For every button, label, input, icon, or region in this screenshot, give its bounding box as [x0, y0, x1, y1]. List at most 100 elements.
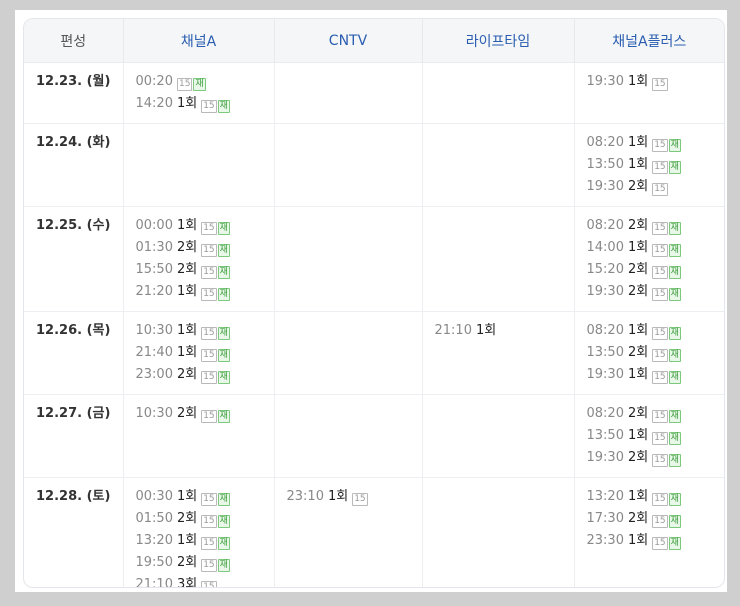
schedule-cell: 21:10 1회 [421, 311, 574, 395]
rerun-badge-icon: 재 [668, 432, 681, 445]
episode-number: 1회 [176, 323, 198, 338]
age-rating-15-icon: 15 [201, 581, 217, 587]
age-rating-15-icon: 15 [201, 244, 217, 257]
airing-slot[interactable]: 23:30 1회 15 재 [587, 530, 715, 552]
airing-slot[interactable]: 00:00 1회 15 재 [136, 215, 264, 237]
age-rating-15-icon: 15 [201, 515, 217, 528]
table-row: 12.25. (수) 00:00 1회 15 재 01:30 2회 15 재 15:50 2회 15 재… [24, 206, 724, 312]
episode-number: 1회 [627, 157, 649, 172]
air-time: 00:00 [135, 218, 173, 233]
age-rating-15-icon: 15 [652, 288, 668, 301]
rerun-badge-icon: 재 [217, 537, 230, 550]
air-time: 15:50 [135, 262, 173, 277]
airing-slot[interactable]: 15:50 2회 15 재 [136, 259, 264, 281]
airing-slot[interactable]: 19:30 2회 15 재 [587, 281, 715, 303]
airing-slot[interactable]: 00:20 15 재 [136, 71, 264, 93]
rerun-badge-icon: 재 [668, 493, 681, 506]
airing-slot[interactable]: 13:50 1회 15 재 [587, 154, 715, 176]
schedule-cell [273, 206, 422, 312]
date-cell: 12.26. (목) [24, 311, 123, 395]
airing-slot[interactable]: 08:20 2회 15 재 [587, 403, 715, 425]
schedule-cell [273, 123, 422, 207]
air-time: 23:00 [135, 367, 173, 382]
age-rating-15-icon: 15 [201, 349, 217, 362]
age-rating-15-icon: 15 [652, 515, 668, 528]
airing-slot[interactable]: 23:00 2회 15 재 [136, 364, 264, 386]
header-channel-a-plus[interactable]: 채널A플러스 [573, 19, 724, 63]
episode-number: 2회 [627, 511, 649, 526]
airing-slot[interactable]: 21:20 1회 15 재 [136, 281, 264, 303]
age-rating-15-icon: 15 [201, 410, 217, 423]
age-rating-15-icon: 15 [652, 371, 668, 384]
rerun-badge-icon: 재 [193, 78, 206, 91]
airing-slot[interactable]: 08:20 2회 15 재 [587, 215, 715, 237]
rerun-badge-icon: 재 [668, 288, 681, 301]
air-time: 19:30 [586, 284, 624, 299]
rerun-badge-icon: 재 [217, 244, 230, 257]
rerun-badge-icon: 재 [217, 327, 230, 340]
airing-slot[interactable]: 13:50 2회 15 재 [587, 342, 715, 364]
schedule-cell [273, 311, 422, 395]
air-time: 01:30 [135, 240, 173, 255]
age-rating-15-icon: 15 [201, 100, 217, 113]
episode-number: 1회 [627, 533, 649, 548]
airing-slot[interactable]: 08:20 1회 15 재 [587, 320, 715, 342]
airing-slot[interactable]: 19:50 2회 15 재 [136, 552, 264, 574]
airing-slot[interactable]: 10:30 1회 15 재 [136, 320, 264, 342]
date-label: 12.27. (금) [36, 406, 111, 421]
airing-slot[interactable]: 19:30 2회 15 재 [587, 447, 715, 469]
schedule-cell [122, 123, 274, 207]
table-row: 12.27. (금) 10:30 2회 15 재 08:20 2회 15 재 13:50 1회 15 재… [24, 394, 724, 478]
rerun-badge-icon: 재 [217, 266, 230, 279]
episode-number: 2회 [176, 262, 198, 277]
rerun-badge-icon: 재 [668, 161, 681, 174]
schedule-cell [421, 477, 574, 587]
rerun-badge-icon: 재 [668, 349, 681, 362]
airing-slot[interactable]: 14:00 1회 15 재 [587, 237, 715, 259]
age-rating-15-icon: 15 [652, 183, 668, 196]
header-channel-a[interactable]: 채널A [122, 19, 274, 63]
schedule-cell: 00:20 15 재 14:20 1회 15 재 [122, 62, 274, 124]
date-label: 12.24. (화) [36, 135, 111, 150]
header-cntv[interactable]: CNTV [273, 19, 422, 63]
schedule-cell: 19:30 1회 15 [573, 62, 724, 124]
airing-slot[interactable]: 08:20 1회 15 재 [587, 132, 715, 154]
airing-slot[interactable]: 13:50 1회 15 재 [587, 425, 715, 447]
airing-slot[interactable]: 19:30 2회 15 [587, 176, 715, 198]
air-time: 14:20 [135, 96, 173, 111]
age-rating-15-icon: 15 [201, 222, 217, 235]
schedule-cell [273, 62, 422, 124]
airing-slot[interactable]: 23:10 1회 15 [287, 486, 412, 508]
header-lifetime[interactable]: 라이프타임 [421, 19, 574, 63]
airing-slot[interactable]: 01:50 2회 15 재 [136, 508, 264, 530]
air-time: 01:50 [135, 511, 173, 526]
age-rating-15-icon: 15 [652, 222, 668, 235]
airing-slot[interactable]: 21:10 1회 [435, 320, 564, 342]
age-rating-15-icon: 15 [201, 559, 217, 572]
age-rating-15-icon: 15 [652, 349, 668, 362]
airing-slot[interactable]: 14:20 1회 15 재 [136, 93, 264, 115]
airing-slot[interactable]: 21:40 1회 15 재 [136, 342, 264, 364]
schedule-cell: 08:20 1회 15 재 13:50 2회 15 재 19:30 1회 15 재 [573, 311, 724, 395]
airing-slot[interactable]: 01:30 2회 15 재 [136, 237, 264, 259]
schedule-cell: 00:00 1회 15 재 01:30 2회 15 재 15:50 2회 15 재 21:20 1회 15 재 [122, 206, 274, 312]
age-rating-15-icon: 15 [352, 493, 368, 506]
air-time: 19:50 [135, 555, 173, 570]
airing-slot[interactable]: 10:30 2회 15 재 [136, 403, 264, 425]
airing-slot[interactable]: 17:30 2회 15 재 [587, 508, 715, 530]
schedule-cell: 08:20 1회 15 재 13:50 1회 15 재 19:30 2회 15 [573, 123, 724, 207]
rerun-badge-icon: 재 [217, 349, 230, 362]
episode-number: 1회 [627, 74, 649, 89]
airing-slot[interactable]: 21:10 3회 15 [136, 574, 264, 587]
airing-slot[interactable]: 19:30 1회 15 재 [587, 364, 715, 386]
airing-slot[interactable]: 00:30 1회 15 재 [136, 486, 264, 508]
episode-number: 2회 [176, 406, 198, 421]
airing-slot[interactable]: 15:20 2회 15 재 [587, 259, 715, 281]
airing-slot[interactable]: 13:20 1회 15 재 [587, 486, 715, 508]
rerun-badge-icon: 재 [668, 327, 681, 340]
air-time: 21:10 [434, 323, 472, 338]
airing-slot[interactable]: 19:30 1회 15 [587, 71, 715, 93]
airing-slot[interactable]: 13:20 1회 15 재 [136, 530, 264, 552]
date-cell: 12.28. (토) [24, 477, 123, 587]
rerun-badge-icon: 재 [217, 100, 230, 113]
